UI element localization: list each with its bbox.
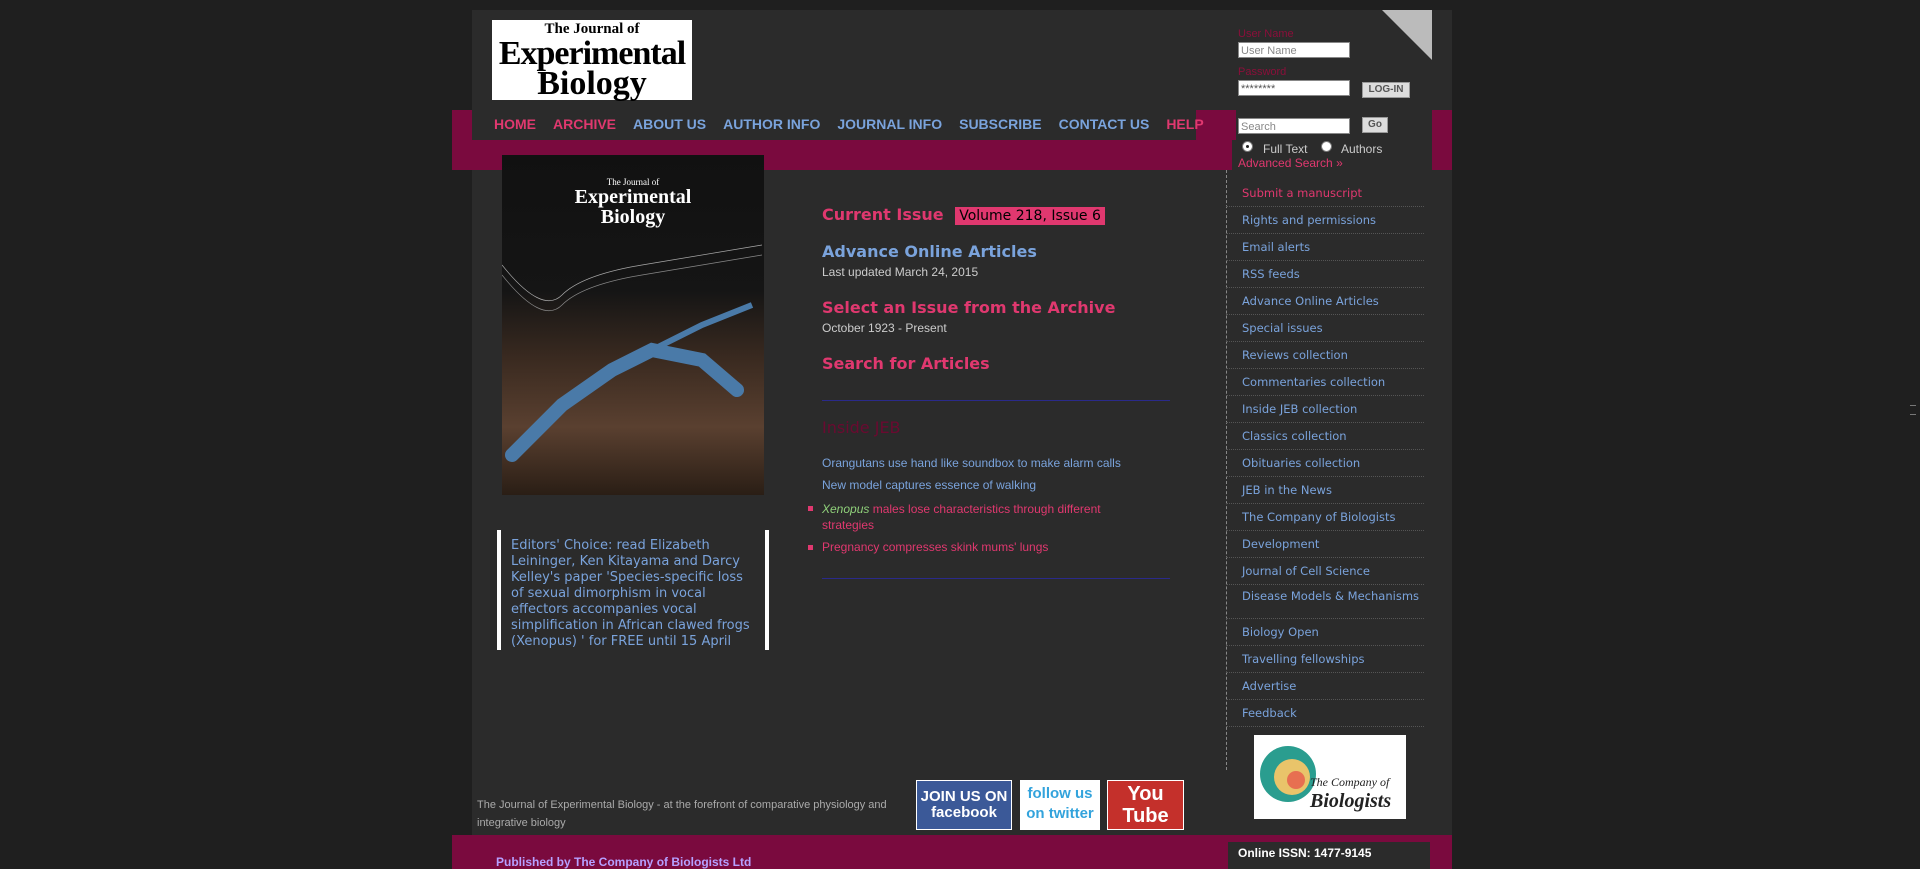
nav-subscribe[interactable]: SUBSCRIBE	[959, 116, 1041, 132]
cob-line1: The Company of	[1310, 775, 1390, 789]
archive-title[interactable]: Select an Issue from the Archive	[822, 298, 1115, 317]
nav-about-us[interactable]: ABOUT US	[633, 116, 706, 132]
sidebar-development[interactable]: Development	[1226, 531, 1424, 558]
advanced-search-link[interactable]: Advanced Search »	[1238, 156, 1343, 170]
journal-logo[interactable]: The Journal of Experimental Biology	[492, 20, 692, 102]
nav-author-info[interactable]: AUTHOR INFO	[723, 116, 820, 132]
youtube-button[interactable]: You Tube	[1107, 780, 1184, 830]
radio-fulltext[interactable]	[1242, 141, 1253, 152]
current-issue-volume[interactable]: Volume 218, Issue 6	[955, 207, 1105, 225]
password-field[interactable]: ********	[1238, 80, 1350, 96]
search-go-button[interactable]: Go	[1362, 117, 1388, 133]
sidebar-rss-feeds[interactable]: RSS feeds	[1226, 261, 1424, 288]
nav-contact-us[interactable]: CONTACT US	[1059, 116, 1150, 132]
search-input[interactable]: Search	[1238, 118, 1350, 134]
sidebar-special-issues[interactable]: Special issues	[1226, 315, 1424, 342]
cover-image[interactable]: The Journal of Experimental Biology	[502, 155, 764, 495]
advance-articles-title[interactable]: Advance Online Articles	[822, 242, 1037, 261]
sidebar-company-of-biologists[interactable]: The Company of Biologists	[1226, 504, 1424, 531]
radio-authors[interactable]	[1321, 141, 1332, 152]
nav-archive[interactable]: ARCHIVE	[553, 116, 616, 132]
footer-tagline: The Journal of Experimental Biology - at…	[477, 799, 887, 829]
logo-line3: Biology	[537, 65, 647, 102]
password-label: Password	[1238, 66, 1287, 78]
sidebar-commentaries[interactable]: Commentaries collection	[1226, 369, 1424, 396]
news-item-3[interactable]: Xenopus males lose characteristics throu…	[822, 501, 1102, 533]
sidebar-rights-permissions[interactable]: Rights and permissions	[1226, 207, 1424, 234]
sidebar-links: Submit a manuscript Rights and permissio…	[1226, 180, 1424, 727]
news-bullet-2	[808, 545, 813, 550]
current-issue-label[interactable]: Current Issue	[822, 205, 944, 224]
news-item-1[interactable]: Orangutans use hand like soundbox to mak…	[822, 456, 1121, 470]
scrollbar-grip[interactable]	[1910, 405, 1916, 415]
sidebar-disease-models[interactable]: Disease Models & Mechanisms	[1226, 585, 1424, 619]
sidebar-email-alerts[interactable]: Email alerts	[1226, 234, 1424, 261]
news-item-2[interactable]: New model captures essence of walking	[822, 478, 1036, 492]
sidebar-feedback[interactable]: Feedback	[1226, 700, 1424, 727]
sidebar-jeb-news[interactable]: JEB in the News	[1226, 477, 1424, 504]
radio-authors-label: Authors	[1341, 142, 1383, 156]
sidebar-advertise[interactable]: Advertise	[1226, 673, 1424, 700]
published-by: Published by The Company of Biologists L…	[496, 855, 752, 869]
news-bullet-1	[808, 506, 813, 511]
page-curl-corner[interactable]	[1382, 10, 1432, 60]
sidebar-cell-science[interactable]: Journal of Cell Science	[1226, 558, 1424, 585]
cob-swirl-icon	[1260, 746, 1316, 802]
nav-help[interactable]: HELP	[1166, 116, 1203, 132]
sidebar-biology-open[interactable]: Biology Open	[1226, 619, 1424, 646]
online-issn: Online ISSN: 1477-9145	[1228, 842, 1430, 869]
cob-line2: Biologists	[1310, 790, 1392, 812]
sidebar-submit-manuscript[interactable]: Submit a manuscript	[1226, 180, 1424, 207]
editors-choice-text[interactable]: Editors' Choice: read Elizabeth Leininge…	[511, 538, 750, 649]
facebook-button[interactable]: JOIN US ON facebook	[916, 780, 1012, 830]
scrollbar[interactable]	[1906, 0, 1920, 869]
divider-bottom	[822, 578, 1170, 579]
advance-articles-updated: Last updated March 24, 2015	[822, 265, 979, 279]
main-nav: HOME ARCHIVE ABOUT US AUTHOR INFO JOURNA…	[494, 116, 1204, 132]
sidebar-obituaries[interactable]: Obituaries collection	[1226, 450, 1424, 477]
company-of-biologists-logo[interactable]: The Company of Biologists	[1254, 735, 1406, 819]
inside-jeb-title: Inside JEB	[822, 418, 901, 437]
sidebar-inside-jeb[interactable]: Inside JEB collection	[1226, 396, 1424, 423]
sidebar-advance-articles[interactable]: Advance Online Articles	[1226, 288, 1424, 315]
username-field[interactable]: User Name	[1238, 42, 1350, 58]
nav-band-right	[1432, 110, 1452, 170]
news-item-4[interactable]: Pregnancy compresses skink mums' lungs	[822, 540, 1048, 554]
divider-top	[822, 400, 1170, 401]
nav-home[interactable]: HOME	[494, 116, 536, 132]
search-articles-title[interactable]: Search for Articles	[822, 354, 990, 373]
archive-range: October 1923 - Present	[822, 321, 947, 335]
sidebar-classics[interactable]: Classics collection	[1226, 423, 1424, 450]
nav-journal-info[interactable]: JOURNAL INFO	[837, 116, 942, 132]
cover-lizard-illustration	[502, 244, 763, 462]
twitter-button[interactable]: follow us on twitter	[1020, 780, 1100, 830]
nav-band-left	[452, 110, 472, 170]
sidebar-travelling-fellowships[interactable]: Travelling fellowships	[1226, 646, 1424, 673]
sidebar-reviews[interactable]: Reviews collection	[1226, 342, 1424, 369]
login-button[interactable]: LOG-IN	[1362, 82, 1410, 98]
radio-fulltext-label: Full Text	[1263, 142, 1308, 156]
news-item-3-italic: Xenopus	[822, 502, 870, 516]
username-label: User Name	[1238, 28, 1294, 40]
current-issue[interactable]: Current Issue Volume 218, Issue 6	[822, 205, 1105, 225]
editors-choice-box[interactable]: Editors' Choice: read Elizabeth Leininge…	[497, 530, 769, 650]
